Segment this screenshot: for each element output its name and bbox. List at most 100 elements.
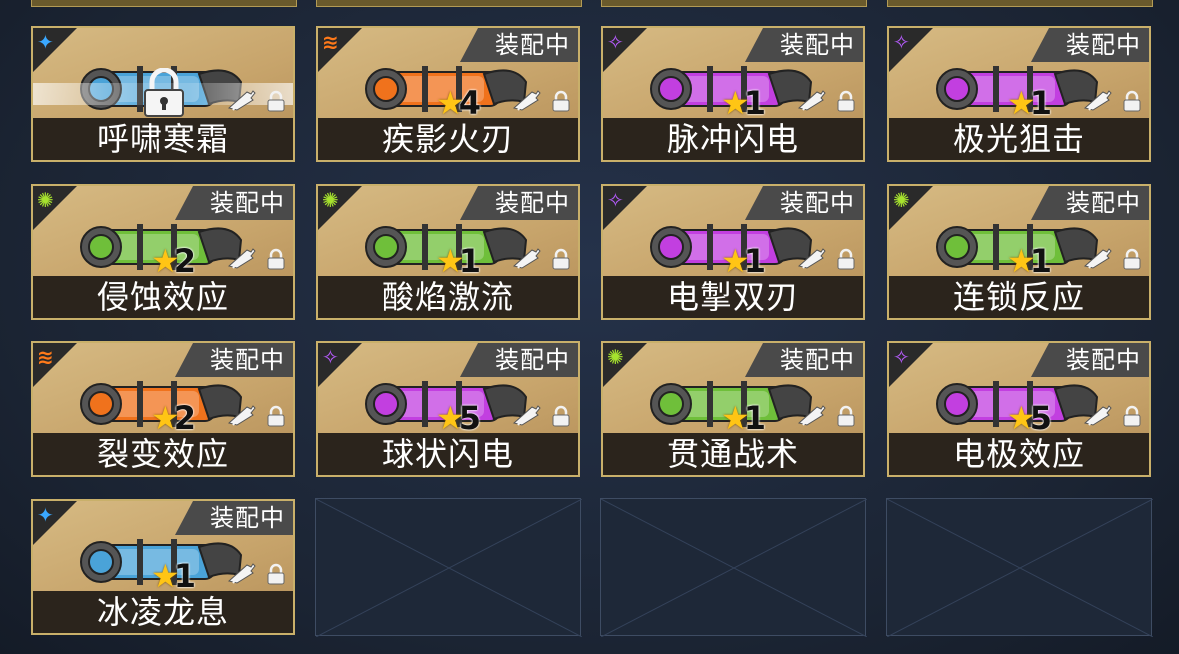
electric-element-icon: ✧: [893, 30, 910, 54]
weapon-name: 电极效应: [889, 433, 1149, 475]
ice-element-icon: ✦: [37, 30, 54, 54]
empty-slot: [315, 498, 582, 637]
rifle-icon: [227, 403, 257, 427]
star-rating: ★ 5: [1007, 401, 1052, 435]
star-count: 1: [1029, 242, 1052, 280]
electric-element-icon: ✧: [607, 188, 624, 212]
weapon-name: 冰凌龙息: [33, 591, 293, 633]
star-count: 1: [743, 242, 766, 280]
star-count: 2: [173, 399, 196, 437]
rifle-icon: [227, 246, 257, 270]
equipped-badge: 装配中: [1031, 28, 1149, 62]
star-rating: ★ 1: [721, 244, 766, 278]
star-rating: ★ 1: [1007, 86, 1052, 120]
weapon-card[interactable]: ✺ 装配中 ★ 2 侵蚀效应: [31, 184, 295, 320]
fire-element-icon: ≋: [37, 345, 54, 369]
star-rating: ★ 1: [721, 401, 766, 435]
equipped-badge: 装配中: [1031, 343, 1149, 377]
lock-icon[interactable]: [265, 248, 287, 270]
lock-icon[interactable]: [1121, 90, 1143, 112]
previous-row-edge: [887, 0, 1153, 7]
weapon-card[interactable]: ✧ 装配中 ★ 1 脉冲闪电: [601, 26, 865, 162]
lock-icon[interactable]: [550, 248, 572, 270]
lock-icon[interactable]: [550, 90, 572, 112]
weapon-card[interactable]: ≋ 装配中 ★ 2 裂变效应: [31, 341, 295, 477]
star-rating: ★ 2: [151, 244, 196, 278]
star-count: 1: [458, 242, 481, 280]
electric-element-icon: ✧: [893, 345, 910, 369]
weapon-name: 连锁反应: [889, 276, 1149, 318]
electric-element-icon: ✧: [607, 30, 624, 54]
star-count: 2: [173, 242, 196, 280]
star-rating: ★ 4: [436, 86, 481, 120]
star-rating: ★ 1: [1007, 244, 1052, 278]
equipped-badge: 装配中: [1031, 186, 1149, 220]
weapon-card[interactable]: ✺ 装配中 ★ 1 酸焰激流: [316, 184, 580, 320]
lock-icon[interactable]: [835, 90, 857, 112]
equipped-badge: 装配中: [175, 186, 293, 220]
weapon-name: 呼啸寒霜: [33, 118, 293, 160]
weapon-name: 酸焰激流: [318, 276, 578, 318]
rifle-icon: [797, 88, 827, 112]
star-rating: ★ 1: [436, 244, 481, 278]
weapon-card[interactable]: ≋ 装配中 ★ 4 疾影火刃: [316, 26, 580, 162]
rifle-icon: [512, 88, 542, 112]
equipped-badge: 装配中: [460, 186, 578, 220]
previous-row-edge: [316, 0, 582, 7]
star-count: 5: [1029, 399, 1052, 437]
weapon-name: 电掣双刃: [603, 276, 863, 318]
rifle-icon: [512, 403, 542, 427]
lock-icon[interactable]: [1121, 405, 1143, 427]
weapon-card[interactable]: ✦ 装配中 ★ 1 冰凌龙息: [31, 499, 295, 635]
empty-slot: [600, 498, 867, 637]
equipped-badge: 装配中: [460, 343, 578, 377]
equipped-badge: 装配中: [175, 501, 293, 535]
lock-icon[interactable]: [265, 563, 287, 585]
star-rating: ★ 1: [151, 559, 196, 593]
star-count: 1: [743, 399, 766, 437]
lock-icon[interactable]: [1121, 248, 1143, 270]
weapon-card[interactable]: ✧ 装配中 ★ 1 极光狙击: [887, 26, 1151, 162]
star-rating: ★ 2: [151, 401, 196, 435]
empty-slot: [886, 498, 1153, 637]
weapon-name: 贯通战术: [603, 433, 863, 475]
weapon-name: 疾影火刃: [318, 118, 578, 160]
equipped-badge: 装配中: [745, 186, 863, 220]
star-count: 1: [743, 84, 766, 122]
star-count: 1: [1029, 84, 1052, 122]
weapon-name: 脉冲闪电: [603, 118, 863, 160]
weapon-card[interactable]: ✧ 装配中 ★ 5 电极效应: [887, 341, 1151, 477]
star-count: 5: [458, 399, 481, 437]
equipped-badge: 装配中: [460, 28, 578, 62]
lock-icon[interactable]: [550, 405, 572, 427]
lock-icon[interactable]: [835, 248, 857, 270]
electric-element-icon: ✧: [322, 345, 339, 369]
rifle-icon: [1083, 246, 1113, 270]
previous-row-edge: [31, 0, 297, 7]
lock-icon[interactable]: [265, 90, 287, 112]
star-count: 4: [458, 84, 481, 122]
rifle-icon: [1083, 403, 1113, 427]
previous-row-edge: [601, 0, 867, 7]
rifle-icon: [1083, 88, 1113, 112]
weapon-card[interactable]: ✺ 装配中 ★ 1 贯通战术: [601, 341, 865, 477]
rifle-icon: [797, 246, 827, 270]
star-rating: ★ 5: [436, 401, 481, 435]
weapon-card[interactable]: ✧ 装配中 ★ 5 球状闪电: [316, 341, 580, 477]
lock-icon[interactable]: [265, 405, 287, 427]
acid-element-icon: ✺: [37, 188, 54, 212]
weapon-name: 极光狙击: [889, 118, 1149, 160]
lock-icon[interactable]: [835, 405, 857, 427]
star-count: 1: [173, 557, 196, 595]
weapon-name: 球状闪电: [318, 433, 578, 475]
acid-element-icon: ✺: [893, 188, 910, 212]
acid-element-icon: ✺: [322, 188, 339, 212]
weapon-card[interactable]: ✧ 装配中 ★ 1 电掣双刃: [601, 184, 865, 320]
equipped-badge: 装配中: [175, 343, 293, 377]
rifle-icon: [512, 246, 542, 270]
rifle-icon: [227, 561, 257, 585]
weapon-card[interactable]: ✺ 装配中 ★ 1 连锁反应: [887, 184, 1151, 320]
weapon-card[interactable]: ✦ 呼啸寒霜: [31, 26, 295, 162]
acid-element-icon: ✺: [607, 345, 624, 369]
weapon-name: 裂变效应: [33, 433, 293, 475]
